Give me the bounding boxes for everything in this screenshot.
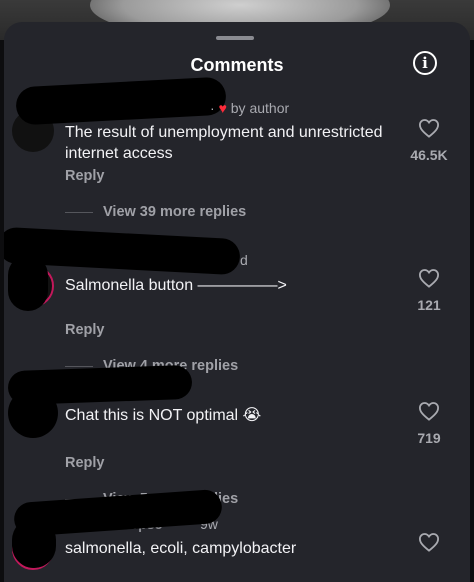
comment-text: salmonella, ecoli, campylobacter xyxy=(65,540,297,557)
comments-sheet: Comments i · ♥ by author The result of u… xyxy=(4,22,470,582)
heart-outline-icon xyxy=(418,533,440,552)
reply-button[interactable]: Reply xyxy=(65,168,105,184)
like-count: 121 xyxy=(417,297,441,313)
reply-button[interactable]: Reply xyxy=(65,455,105,471)
divider xyxy=(65,211,93,213)
view-more-replies-button[interactable]: View 39 more replies xyxy=(65,204,246,220)
heart-filled-icon: ♥ xyxy=(218,100,227,116)
redaction-mark xyxy=(8,255,48,311)
heart-outline-icon xyxy=(418,269,440,288)
drag-handle[interactable] xyxy=(216,36,254,40)
view-more-replies-label: View 39 more replies xyxy=(103,204,247,220)
author-badge: by author xyxy=(230,100,290,116)
comment-item: hannahpickettbowers d Salmonella button … xyxy=(4,225,470,374)
comment-text: The result of unemployment and unrestric… xyxy=(65,124,383,162)
comment-item: · ♥ by author The result of unemployment… xyxy=(4,76,470,232)
comment-text: Chat this is NOT optimal 😭 xyxy=(65,407,262,424)
comment-age: d xyxy=(240,252,248,268)
comment-text: Salmonella button —————> xyxy=(65,277,287,294)
redaction-mark xyxy=(12,518,56,568)
meta-separator: · xyxy=(210,100,215,116)
comment-meta: · ♥ by author xyxy=(210,100,289,116)
reply-button[interactable]: Reply xyxy=(65,322,105,338)
redaction-mark xyxy=(15,76,227,126)
like-button[interactable]: 121 xyxy=(404,268,454,313)
redaction-mark xyxy=(8,388,58,438)
info-icon[interactable]: i xyxy=(413,51,437,75)
heart-outline-icon xyxy=(418,119,440,138)
like-button[interactable] xyxy=(404,532,454,552)
like-count: 719 xyxy=(417,430,441,446)
like-count: 46.5K xyxy=(410,147,448,163)
like-button[interactable]: 46.5K xyxy=(404,118,454,163)
comment-item: teriderecorpse 9w salmonella, ecoli, cam… xyxy=(4,488,470,582)
sheet-title: Comments xyxy=(190,55,284,75)
comment-item: Chat this is NOT optimal 😭 Reply View 5 … xyxy=(4,358,470,507)
heart-outline-icon xyxy=(418,402,440,421)
like-button[interactable]: 719 xyxy=(404,401,454,446)
